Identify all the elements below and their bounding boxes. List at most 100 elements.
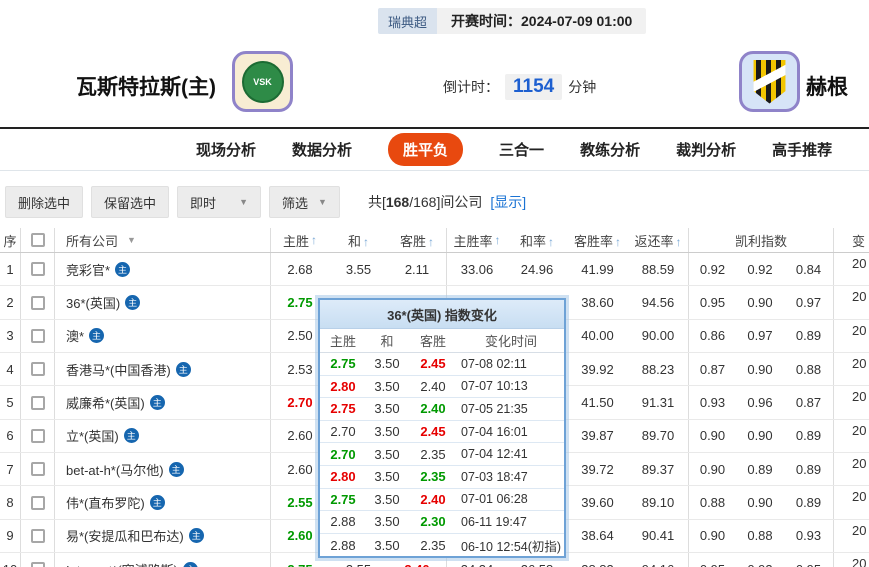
checkbox-icon[interactable] (31, 262, 45, 276)
change-value[interactable]: 20 (833, 553, 869, 567)
row-checkbox[interactable] (20, 486, 54, 518)
home-odds[interactable]: 2.68 (270, 253, 329, 285)
show-link[interactable]: [显示] (490, 194, 526, 210)
header-draw-rate[interactable]: 和率↑ (507, 231, 567, 250)
nav-tab[interactable]: 胜平负 (388, 133, 463, 166)
change-value[interactable]: 20 (833, 486, 869, 518)
change-value[interactable]: 20 (833, 453, 869, 485)
header-draw-odds[interactable]: 和↑ (329, 231, 388, 250)
change-value[interactable]: 20 (833, 420, 869, 452)
checkbox-icon[interactable] (31, 396, 45, 410)
payout-rate: 88.59 (628, 262, 688, 277)
company-cell[interactable]: 香港马*(中国香港)主 (54, 353, 270, 385)
header-payout-rate[interactable]: 返还率↑ (628, 231, 688, 250)
company-cell[interactable]: 36*(英国)主 (54, 286, 270, 318)
kelly-draw: 0.97 (736, 328, 784, 343)
change-value[interactable]: 20 (833, 253, 869, 285)
nav-tab[interactable]: 三合一 (499, 139, 544, 160)
header-away-odds[interactable]: 客胜↑ (388, 231, 446, 250)
checkbox-icon[interactable] (31, 362, 45, 376)
nav-tab[interactable]: 教练分析 (580, 139, 640, 160)
toolbar: 删除选中 保留选中 即时 ▼ 筛选 ▼ 共[168/168]间公司[显示] (5, 186, 526, 218)
company-cell[interactable]: 澳*主 (54, 320, 270, 352)
popup-header-row: 主胜 和 客胜 变化时间 (320, 329, 564, 353)
header-change[interactable]: 变 (833, 228, 869, 252)
company-cell[interactable]: bet-at-h*(马尔他)主 (54, 453, 270, 485)
row-checkbox[interactable] (20, 453, 54, 485)
away-team-name: 赫根 (806, 71, 848, 101)
row-checkbox[interactable] (20, 320, 54, 352)
sort-asc-icon: ↑ (363, 235, 369, 249)
checkbox-icon[interactable] (31, 429, 45, 443)
company-cell[interactable]: 伟*(直布罗陀)主 (54, 486, 270, 518)
change-value[interactable]: 20 (833, 320, 869, 352)
row-checkbox[interactable] (20, 286, 54, 318)
header-home-odds[interactable]: 主胜↑ (270, 228, 329, 252)
checkbox-icon[interactable] (31, 562, 45, 567)
row-checkbox[interactable] (20, 553, 54, 567)
company-cell[interactable]: 立*(英国)主 (54, 420, 270, 452)
delete-selected-button[interactable]: 删除选中 (5, 186, 83, 218)
company-name: 36*(英国) (66, 293, 120, 312)
kelly-away: 0.89 (784, 495, 833, 510)
header-home-rate[interactable]: 主胜率↑ (446, 228, 507, 252)
away-odds[interactable]: 2.40 (388, 562, 446, 567)
row-checkbox[interactable] (20, 520, 54, 552)
popup-away-odds: 2.40 (408, 492, 458, 507)
time-mode-value: 即时 (190, 193, 216, 212)
company-cell[interactable]: 竞彩官*主 (54, 253, 270, 285)
popup-header-draw: 和 (366, 331, 408, 350)
company-home-badge-icon: 主 (183, 562, 198, 567)
payout-rate: 89.10 (628, 495, 688, 510)
keep-selected-button[interactable]: 保留选中 (91, 186, 169, 218)
company-home-badge-icon: 主 (176, 362, 191, 377)
payout-rate: 94.16 (628, 562, 688, 567)
row-checkbox[interactable] (20, 420, 54, 452)
row-checkbox[interactable] (20, 353, 54, 385)
popup-history-row: 2.80 3.50 2.35 07-03 18:47 (320, 466, 564, 489)
countdown-value: 1154 (505, 74, 562, 100)
kelly-away: 0.93 (784, 528, 833, 543)
header-away-rate[interactable]: 客胜率↑ (567, 231, 628, 250)
draw-odds[interactable]: 3.55 (329, 562, 388, 567)
popup-away-odds: 2.35 (408, 469, 458, 484)
checkbox-icon[interactable] (31, 529, 45, 543)
row-checkbox[interactable] (20, 386, 54, 418)
company-cell[interactable]: 易*(安提瓜和巴布达)主 (54, 520, 270, 552)
odds-table-header: 序 所有公司▼ 主胜↑ 和↑ 客胜↑ 主胜率↑ 和率↑ 客胜率↑ 返还率↑ 凯利… (0, 228, 869, 253)
filter-select[interactable]: 筛选 ▼ (269, 186, 340, 218)
checkbox-icon[interactable] (31, 233, 45, 247)
kickoff-time: 开赛时间：2024-07-09 01:00 (437, 8, 646, 34)
checkbox-icon[interactable] (31, 462, 45, 476)
checkbox-icon[interactable] (31, 329, 45, 343)
company-cell[interactable]: Interwet*(塞浦路斯)主 (54, 553, 270, 567)
time-mode-select[interactable]: 即时 ▼ (177, 186, 261, 218)
popup-history-row: 2.88 3.50 2.30 06-11 19:47 (320, 511, 564, 534)
draw-odds[interactable]: 3.55 (329, 262, 388, 277)
nav-tab[interactable]: 现场分析 (196, 139, 256, 160)
company-cell[interactable]: 威廉希*(英国)主 (54, 386, 270, 418)
popup-away-odds: 2.30 (408, 514, 458, 529)
away-team-logo[interactable] (739, 51, 800, 112)
change-value[interactable]: 20 (833, 286, 869, 318)
nav-tab[interactable]: 裁判分析 (676, 139, 736, 160)
change-value[interactable]: 20 (833, 386, 869, 418)
kelly-home: 0.87 (688, 353, 736, 385)
popup-home-odds: 2.75 (320, 492, 366, 507)
popup-history-row: 2.75 3.50 2.40 07-01 06:28 (320, 489, 564, 512)
checkbox-icon[interactable] (31, 296, 45, 310)
change-value[interactable]: 20 (833, 520, 869, 552)
nav-tab[interactable]: 高手推荐 (772, 139, 832, 160)
kelly-draw: 0.90 (736, 428, 784, 443)
home-team-logo[interactable]: VSK (232, 51, 293, 112)
checkbox-icon[interactable] (31, 496, 45, 510)
nav-tab[interactable]: 数据分析 (292, 139, 352, 160)
popup-home-odds: 2.80 (320, 379, 366, 394)
header-company[interactable]: 所有公司▼ (54, 228, 270, 252)
header-seq: 序 (0, 231, 20, 250)
change-value[interactable]: 20 (833, 353, 869, 385)
away-odds[interactable]: 2.11 (388, 262, 446, 277)
league-badge[interactable]: 瑞典超 (378, 8, 437, 34)
header-select-all-checkbox[interactable] (20, 228, 54, 252)
row-checkbox[interactable] (20, 253, 54, 285)
